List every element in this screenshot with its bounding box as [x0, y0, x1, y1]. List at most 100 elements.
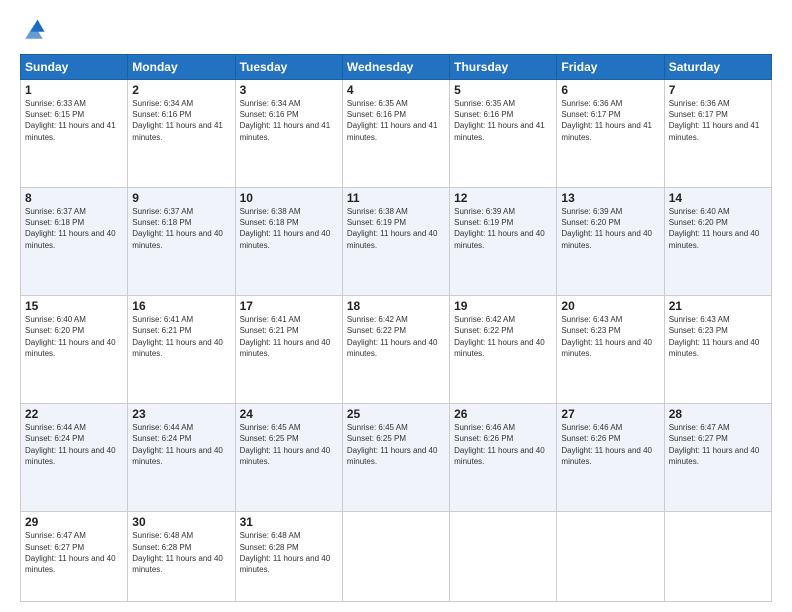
weekday-header-saturday: Saturday — [664, 55, 771, 80]
day-number: 9 — [132, 191, 230, 205]
day-info: Sunrise: 6:42 AMSunset: 6:22 PMDaylight:… — [347, 315, 438, 358]
day-number: 14 — [669, 191, 767, 205]
day-number: 26 — [454, 407, 552, 421]
week-row-4: 22 Sunrise: 6:44 AMSunset: 6:24 PMDayligh… — [21, 404, 772, 512]
day-number: 28 — [669, 407, 767, 421]
day-cell-1: 1 Sunrise: 6:33 AMSunset: 6:15 PMDaylight… — [21, 80, 128, 188]
day-number: 7 — [669, 83, 767, 97]
week-row-5: 29 Sunrise: 6:47 AMSunset: 6:27 PMDayligh… — [21, 512, 772, 602]
day-cell-24: 24 Sunrise: 6:45 AMSunset: 6:25 PMDayligh… — [235, 404, 342, 512]
day-cell-21: 21 Sunrise: 6:43 AMSunset: 6:23 PMDayligh… — [664, 296, 771, 404]
day-number: 17 — [240, 299, 338, 313]
page: SundayMondayTuesdayWednesdayThursdayFrid… — [0, 0, 792, 612]
day-info: Sunrise: 6:48 AMSunset: 6:28 PMDaylight:… — [240, 531, 331, 574]
day-info: Sunrise: 6:34 AMSunset: 6:16 PMDaylight:… — [240, 99, 331, 142]
empty-cell — [342, 512, 449, 602]
day-cell-26: 26 Sunrise: 6:46 AMSunset: 6:26 PMDayligh… — [450, 404, 557, 512]
weekday-header-tuesday: Tuesday — [235, 55, 342, 80]
day-number: 29 — [25, 515, 123, 529]
day-info: Sunrise: 6:44 AMSunset: 6:24 PMDaylight:… — [25, 423, 116, 466]
day-number: 1 — [25, 83, 123, 97]
week-row-2: 8 Sunrise: 6:37 AMSunset: 6:18 PMDaylight… — [21, 188, 772, 296]
day-number: 6 — [561, 83, 659, 97]
day-number: 2 — [132, 83, 230, 97]
day-info: Sunrise: 6:39 AMSunset: 6:19 PMDaylight:… — [454, 207, 545, 250]
day-number: 16 — [132, 299, 230, 313]
weekday-header-sunday: Sunday — [21, 55, 128, 80]
day-cell-20: 20 Sunrise: 6:43 AMSunset: 6:23 PMDayligh… — [557, 296, 664, 404]
day-cell-12: 12Sunrise: 6:39 AMSunset: 6:19 PMDayligh… — [450, 188, 557, 296]
day-cell-2: 2Sunrise: 6:34 AMSunset: 6:16 PMDaylight… — [128, 80, 235, 188]
day-info: Sunrise: 6:38 AMSunset: 6:19 PMDaylight:… — [347, 207, 438, 250]
weekday-header-wednesday: Wednesday — [342, 55, 449, 80]
day-cell-23: 23 Sunrise: 6:44 AMSunset: 6:24 PMDayligh… — [128, 404, 235, 512]
day-cell-29: 29 Sunrise: 6:47 AMSunset: 6:27 PMDayligh… — [21, 512, 128, 602]
day-cell-27: 27 Sunrise: 6:46 AMSunset: 6:26 PMDayligh… — [557, 404, 664, 512]
day-info: Sunrise: 6:41 AMSunset: 6:21 PMDaylight:… — [132, 315, 223, 358]
day-number: 13 — [561, 191, 659, 205]
day-number: 20 — [561, 299, 659, 313]
day-cell-31: 31 Sunrise: 6:48 AMSunset: 6:28 PMDayligh… — [235, 512, 342, 602]
day-number: 27 — [561, 407, 659, 421]
day-cell-16: 16 Sunrise: 6:41 AMSunset: 6:21 PMDayligh… — [128, 296, 235, 404]
day-number: 23 — [132, 407, 230, 421]
week-row-1: 1 Sunrise: 6:33 AMSunset: 6:15 PMDaylight… — [21, 80, 772, 188]
logo — [20, 16, 52, 44]
day-number: 24 — [240, 407, 338, 421]
day-info: Sunrise: 6:35 AMSunset: 6:16 PMDaylight:… — [454, 99, 545, 142]
day-info: Sunrise: 6:43 AMSunset: 6:23 PMDaylight:… — [561, 315, 652, 358]
day-info: Sunrise: 6:48 AMSunset: 6:28 PMDaylight:… — [132, 531, 223, 574]
day-info: Sunrise: 6:41 AMSunset: 6:21 PMDaylight:… — [240, 315, 331, 358]
day-info: Sunrise: 6:43 AMSunset: 6:23 PMDaylight:… — [669, 315, 760, 358]
day-number: 25 — [347, 407, 445, 421]
weekday-header-monday: Monday — [128, 55, 235, 80]
day-info: Sunrise: 6:44 AMSunset: 6:24 PMDaylight:… — [132, 423, 223, 466]
day-cell-9: 9 Sunrise: 6:37 AMSunset: 6:18 PMDaylight… — [128, 188, 235, 296]
day-info: Sunrise: 6:40 AMSunset: 6:20 PMDaylight:… — [25, 315, 116, 358]
day-cell-13: 13Sunrise: 6:39 AMSunset: 6:20 PMDayligh… — [557, 188, 664, 296]
day-number: 18 — [347, 299, 445, 313]
day-info: Sunrise: 6:36 AMSunset: 6:17 PMDaylight:… — [669, 99, 760, 142]
day-number: 4 — [347, 83, 445, 97]
day-cell-11: 11 Sunrise: 6:38 AMSunset: 6:19 PMDayligh… — [342, 188, 449, 296]
day-number: 10 — [240, 191, 338, 205]
day-cell-6: 6Sunrise: 6:36 AMSunset: 6:17 PMDaylight… — [557, 80, 664, 188]
day-info: Sunrise: 6:46 AMSunset: 6:26 PMDaylight:… — [454, 423, 545, 466]
day-number: 21 — [669, 299, 767, 313]
day-cell-17: 17 Sunrise: 6:41 AMSunset: 6:21 PMDayligh… — [235, 296, 342, 404]
day-info: Sunrise: 6:42 AMSunset: 6:22 PMDaylight:… — [454, 315, 545, 358]
day-cell-4: 4 Sunrise: 6:35 AMSunset: 6:16 PMDaylight… — [342, 80, 449, 188]
day-info: Sunrise: 6:37 AMSunset: 6:18 PMDaylight:… — [132, 207, 223, 250]
day-number: 11 — [347, 191, 445, 205]
day-number: 31 — [240, 515, 338, 529]
empty-cell — [450, 512, 557, 602]
day-number: 15 — [25, 299, 123, 313]
day-cell-3: 3 Sunrise: 6:34 AMSunset: 6:16 PMDaylight… — [235, 80, 342, 188]
weekday-header-row: SundayMondayTuesdayWednesdayThursdayFrid… — [21, 55, 772, 80]
day-number: 8 — [25, 191, 123, 205]
day-info: Sunrise: 6:45 AMSunset: 6:25 PMDaylight:… — [347, 423, 438, 466]
header — [20, 16, 772, 44]
week-row-3: 15 Sunrise: 6:40 AMSunset: 6:20 PMDayligh… — [21, 296, 772, 404]
day-number: 30 — [132, 515, 230, 529]
day-number: 22 — [25, 407, 123, 421]
day-cell-30: 30 Sunrise: 6:48 AMSunset: 6:28 PMDayligh… — [128, 512, 235, 602]
empty-cell — [664, 512, 771, 602]
day-info: Sunrise: 6:33 AMSunset: 6:15 PMDaylight:… — [25, 99, 116, 142]
day-info: Sunrise: 6:40 AMSunset: 6:20 PMDaylight:… — [669, 207, 760, 250]
weekday-header-thursday: Thursday — [450, 55, 557, 80]
day-info: Sunrise: 6:47 AMSunset: 6:27 PMDaylight:… — [25, 531, 116, 574]
day-number: 5 — [454, 83, 552, 97]
day-number: 19 — [454, 299, 552, 313]
day-cell-25: 25 Sunrise: 6:45 AMSunset: 6:25 PMDayligh… — [342, 404, 449, 512]
day-info: Sunrise: 6:46 AMSunset: 6:26 PMDaylight:… — [561, 423, 652, 466]
day-cell-15: 15 Sunrise: 6:40 AMSunset: 6:20 PMDayligh… — [21, 296, 128, 404]
day-cell-7: 7 Sunrise: 6:36 AMSunset: 6:17 PMDaylight… — [664, 80, 771, 188]
day-info: Sunrise: 6:45 AMSunset: 6:25 PMDaylight:… — [240, 423, 331, 466]
day-info: Sunrise: 6:35 AMSunset: 6:16 PMDaylight:… — [347, 99, 438, 142]
logo-icon — [20, 16, 48, 44]
day-cell-22: 22 Sunrise: 6:44 AMSunset: 6:24 PMDayligh… — [21, 404, 128, 512]
calendar: SundayMondayTuesdayWednesdayThursdayFrid… — [20, 54, 772, 602]
day-info: Sunrise: 6:38 AMSunset: 6:18 PMDaylight:… — [240, 207, 331, 250]
day-number: 3 — [240, 83, 338, 97]
